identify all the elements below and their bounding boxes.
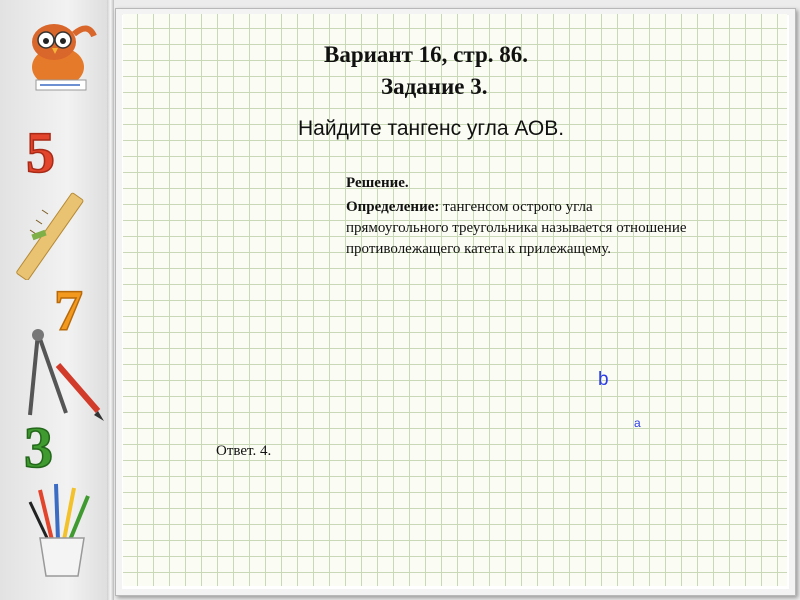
digit-3-icon: 3 (23, 415, 54, 475)
label-a: a (634, 416, 641, 430)
slide-title-task: Задание 3. (381, 74, 488, 99)
answer-text: Ответ. 4. (216, 443, 272, 459)
definition-label: Определение: (346, 199, 440, 215)
solution-label: Решение. (346, 175, 409, 191)
task-text: Найдите тангенс угла АОВ. (298, 117, 565, 140)
definition-line-2: прямоугольного треугольника называется о… (346, 220, 687, 236)
svg-text:3: 3 (24, 415, 53, 475)
pencil-cup-icon (28, 483, 90, 577)
label-b: b (598, 369, 609, 390)
definition-text-1: тангенсом острого угла (439, 199, 593, 215)
digit-5-icon: 5 (25, 120, 56, 180)
definition-line-1: Определение: тангенсом острого угла (346, 197, 800, 218)
ruler-icon (16, 192, 84, 280)
sidebar-edge (107, 0, 114, 600)
definition-block: Определение: тангенсом острого угла прям… (346, 197, 800, 260)
definition-line-3: противолежащего катета к прилежащему. (346, 241, 611, 257)
owl-mascot-icon (32, 24, 97, 91)
compass-icon (28, 329, 104, 421)
slide-title-variant: Вариант 16, стр. 86. (324, 42, 529, 67)
svg-text:5: 5 (26, 120, 55, 180)
